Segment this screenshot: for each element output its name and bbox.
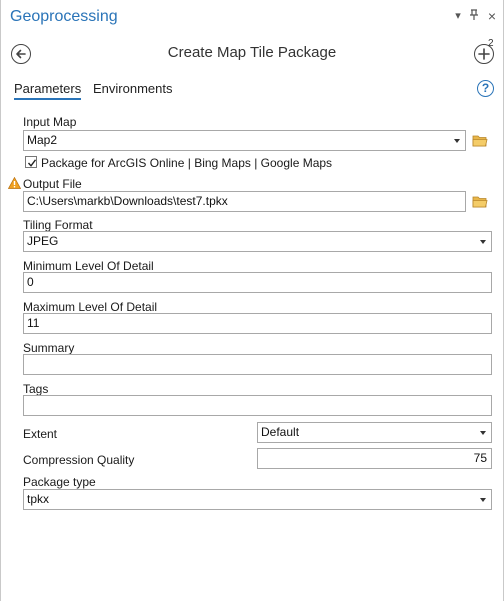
warning-icon [8,177,21,189]
max-lod-input[interactable]: 11 [23,313,492,334]
input-map-label: Input Map [23,115,77,129]
pin-icon[interactable] [467,9,481,23]
folder-icon[interactable] [472,134,488,147]
min-lod-label: Minimum Level Of Detail [23,259,154,273]
tab-parameters[interactable]: Parameters [14,81,82,100]
tiling-format-label: Tiling Format [23,218,93,232]
tiling-format-dropdown[interactable]: JPEG [23,231,492,252]
package-type-dropdown[interactable]: tpkx [23,489,492,510]
min-lod-input[interactable]: 0 [23,272,492,293]
tool-header: Create Map Tile Package [1,38,503,70]
max-lod-label: Maximum Level Of Detail [23,300,158,314]
help-icon[interactable]: ? [477,80,494,97]
add-count-badge: 2 [488,38,494,49]
pane-title: Geoprocessing [10,8,118,25]
package-online-checkbox[interactable] [25,156,37,168]
tags-label: Tags [23,382,49,396]
summary-label: Summary [23,341,75,355]
extent-dropdown[interactable]: Default [257,422,492,443]
output-file-input[interactable]: C:\Users\markb\Downloads\test7.tpkx [23,191,466,212]
package-type-label: Package type [23,475,96,489]
tab-environments[interactable]: Environments [93,81,172,96]
pane-header: Geoprocessing ▾ × [1,0,503,32]
summary-input[interactable] [23,354,492,375]
pane-menu-icon[interactable]: ▾ [451,9,465,23]
geoprocessing-pane: Geoprocessing ▾ × Create Map Tile Packag… [0,0,504,601]
compression-input[interactable]: 75 [257,448,492,469]
tool-title: Create Map Tile Package [167,44,337,61]
tab-strip: Parameters Environments ? [1,78,503,102]
tags-input[interactable] [23,395,492,416]
compression-label: Compression Quality [23,453,135,467]
folder-icon[interactable] [472,195,488,208]
package-online-label: Package for ArcGIS Online | Bing Maps | … [41,156,333,170]
close-icon[interactable]: × [485,9,499,23]
input-map-dropdown[interactable]: Map2 [23,130,466,151]
extent-label: Extent [23,427,58,441]
output-file-label: Output File [23,177,82,191]
